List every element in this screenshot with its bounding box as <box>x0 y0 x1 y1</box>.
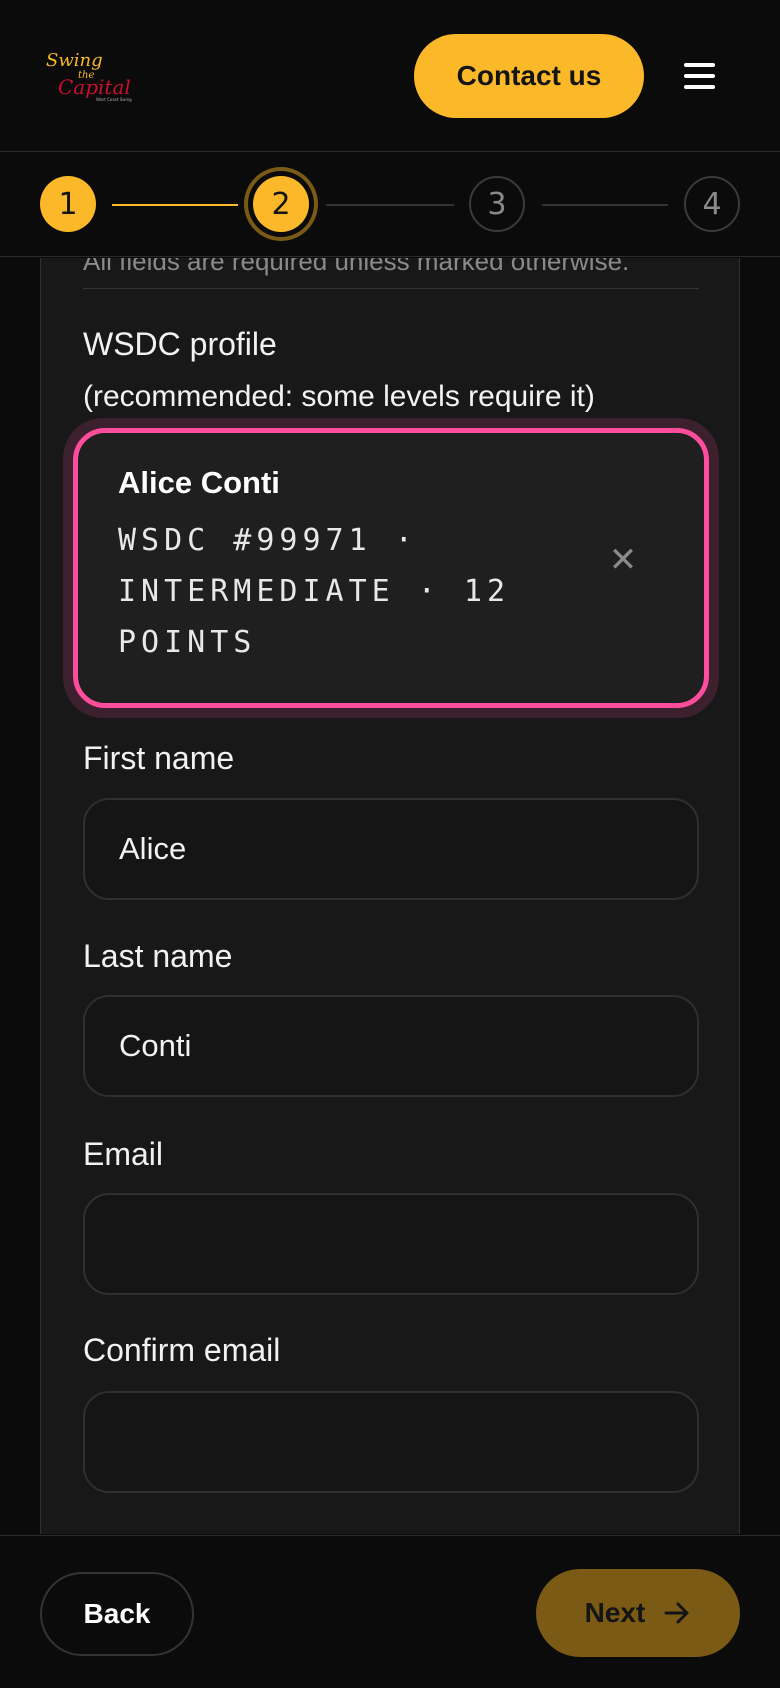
step-4: 4 <box>684 176 740 232</box>
last-name-label: Last name <box>83 938 233 974</box>
registration-form: All fields are required unless marked ot… <box>40 258 740 1534</box>
progress-stepper: 1 2 3 4 <box>0 153 780 257</box>
form-footer: Back Next <box>0 1535 780 1688</box>
next-button[interactable]: Next <box>536 1569 740 1657</box>
confirm-email-label: Confirm email <box>83 1332 281 1368</box>
wsdc-profile-label: WSDC profile <box>83 326 277 362</box>
wsdc-profile-card[interactable]: Alice Conti WSDC #99971 · INTERMEDIATE ·… <box>73 428 709 708</box>
swing-the-capital-logo[interactable]: Swing the Capital West Coast Swing <box>42 46 138 104</box>
wsdc-profile-hint: (recommended: some levels require it) <box>83 380 595 413</box>
svg-text:Capital: Capital <box>58 75 131 99</box>
email-input[interactable] <box>83 1193 699 1295</box>
step-2[interactable]: 2 <box>253 176 309 232</box>
last-name-input[interactable] <box>83 995 699 1097</box>
divider <box>83 288 699 289</box>
stepper-connector-3 <box>542 204 668 206</box>
arrow-right-icon <box>664 1602 689 1624</box>
step-1[interactable]: 1 <box>40 176 96 232</box>
close-icon[interactable]: ✕ <box>608 540 638 580</box>
first-name-input[interactable] <box>83 798 699 900</box>
first-name-label: First name <box>83 740 235 776</box>
confirm-email-input[interactable] <box>83 1391 699 1493</box>
email-label: Email <box>83 1136 164 1172</box>
profile-meta: WSDC #99971 · INTERMEDIATE · 12 POINTS <box>118 523 511 660</box>
stepper-connector-2 <box>326 204 454 206</box>
step-3: 3 <box>469 176 525 232</box>
required-fields-hint: All fields are required unless marked ot… <box>83 258 630 276</box>
hamburger-menu-icon[interactable] <box>680 56 720 96</box>
svg-text:Swing: Swing <box>46 50 103 71</box>
stepper-connector-1 <box>112 204 238 206</box>
profile-name: Alice Conti <box>118 465 280 500</box>
back-button[interactable]: Back <box>40 1572 194 1656</box>
site-header: Swing the Capital West Coast Swing Conta… <box>0 0 780 152</box>
svg-text:West Coast Swing: West Coast Swing <box>96 97 132 102</box>
next-button-label: Next <box>584 1597 646 1628</box>
contact-us-button[interactable]: Contact us <box>414 34 644 118</box>
